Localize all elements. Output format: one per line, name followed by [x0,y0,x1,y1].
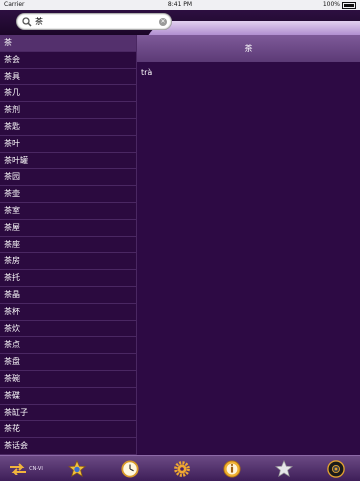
battery-percent: 100% [322,1,340,8]
word-list-item[interactable]: 茶座 [0,237,136,254]
word-list-item[interactable]: 茶碗 [0,371,136,388]
speaker-tab[interactable] [325,459,347,478]
word-list-item[interactable]: 茶晶 [0,287,136,304]
word-list-item[interactable]: 茶盘 [0,354,136,371]
word-list-item[interactable]: 茶点 [0,337,136,355]
word-list-item[interactable]: 茶杯 [0,304,136,321]
info-tab[interactable] [221,459,243,478]
star-badge-icon [68,459,86,477]
info-icon [223,459,241,478]
history-tab[interactable] [119,459,141,478]
word-list-item[interactable]: 茶碟 [0,388,136,405]
clock: 8:41 PM [167,1,193,8]
word-list-item[interactable]: 茶室 [0,203,136,220]
tab-bar: CN-VI [0,455,360,481]
search-field[interactable]: 茶 ✕ [16,13,172,30]
word-list-item[interactable]: 茶几 [0,85,136,103]
search-icon [22,16,32,27]
word-list-item[interactable]: 茶叶 [0,136,136,153]
battery-status: 100% [323,0,356,10]
top-bar: 茶 ✕ [0,10,360,35]
clock-icon [121,459,139,478]
speaker-icon [327,459,345,478]
word-list-item[interactable]: 茶托 [0,270,136,287]
detail-meaning: trà [141,68,153,77]
word-list-item[interactable]: 茶匙 [0,119,136,136]
word-list-item[interactable]: 茶屋 [0,220,136,237]
word-list-item[interactable]: 茶话会 [0,438,136,455]
star-icon [275,459,293,477]
word-list-item[interactable]: 茶炊 [0,321,136,338]
battery-icon [342,1,356,9]
word-list-item[interactable]: 茶壶 [0,186,136,203]
clear-search-icon[interactable]: ✕ [159,17,167,26]
word-list-item[interactable]: 茶园 [0,169,136,187]
settings-tab[interactable] [171,459,193,478]
gear-icon [174,460,190,477]
decorative-swoosh [146,21,360,35]
detail-headword: 茶 [137,35,360,62]
swap-arrows-icon [10,462,27,475]
word-list-item[interactable]: 茶房 [0,253,136,271]
word-list-item[interactable]: 茶剂 [0,102,136,119]
language-pair-label: CN-VI [29,465,43,472]
word-list-item[interactable]: 茶会 [0,52,136,69]
status-bar: Carrier 8:41 PM 100% [0,0,360,10]
search-input[interactable]: 茶 [35,16,159,27]
detail-panel: 茶 trà [137,35,360,455]
word-list-item[interactable]: 茶花 [0,421,136,439]
word-list-item[interactable]: 茶缸子 [0,405,136,422]
word-list[interactable]: 茶茶会 茶具 茶几 茶剂 茶匙 茶叶 茶叶罐 茶园 茶壶 茶室 茶屋 茶座 茶房 茶托 茶晶 茶杯 茶炊 茶点 茶盘… [0,35,137,455]
favorites-add-tab[interactable] [66,459,88,478]
word-list-item[interactable]: 茶 [0,35,136,52]
language-switch-button[interactable]: CN-VI [5,459,47,478]
word-list-item[interactable]: 茶具 [0,69,136,86]
word-list-item[interactable]: 茶叶罐 [0,153,136,170]
favorites-tab[interactable] [273,459,295,478]
